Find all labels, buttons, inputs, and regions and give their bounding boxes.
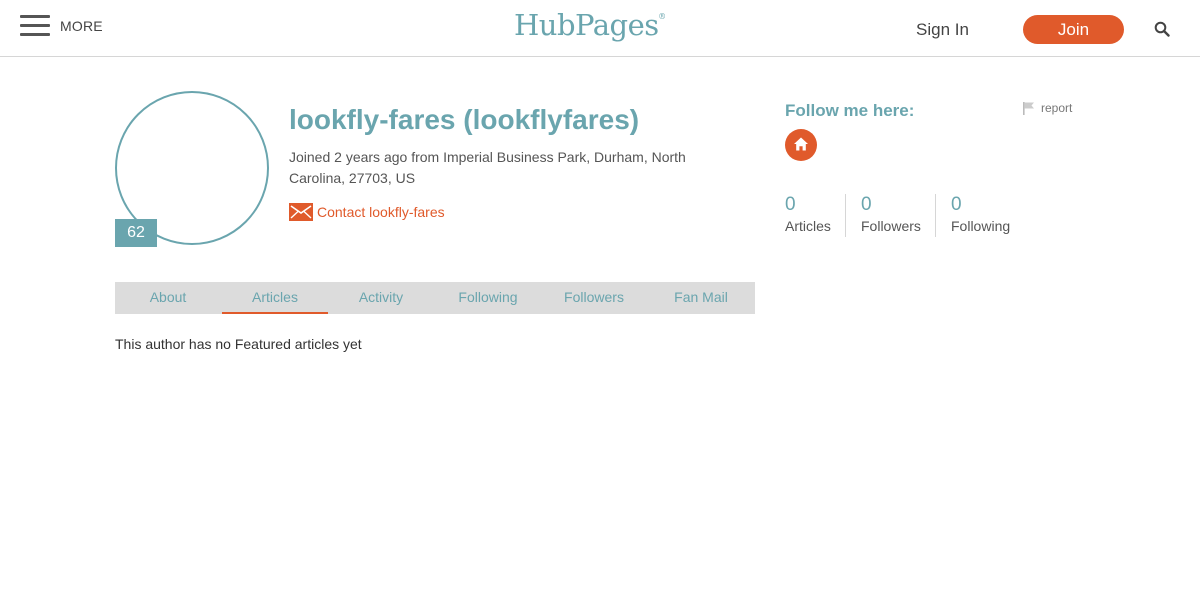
stat-divider bbox=[845, 194, 846, 237]
stat-following[interactable]: 0 Following bbox=[951, 194, 1021, 238]
tab-about[interactable]: About bbox=[115, 282, 221, 314]
stat-articles[interactable]: 0 Articles bbox=[785, 194, 845, 238]
stat-followers-count: 0 bbox=[861, 194, 872, 215]
flag-icon bbox=[1023, 102, 1034, 115]
home-icon bbox=[794, 137, 808, 151]
logo-registered-mark: ® bbox=[658, 12, 666, 21]
tab-activity[interactable]: Activity bbox=[328, 282, 434, 314]
stat-articles-count: 0 bbox=[785, 194, 796, 215]
stat-followers[interactable]: 0 Followers bbox=[861, 194, 931, 238]
tab-followers[interactable]: Followers bbox=[541, 282, 647, 314]
tab-articles[interactable]: Articles bbox=[222, 282, 328, 314]
stat-followers-label: Followers bbox=[861, 218, 921, 234]
mail-icon bbox=[289, 203, 313, 221]
stat-following-count: 0 bbox=[951, 194, 962, 215]
hamburger-line bbox=[20, 15, 50, 18]
hamburger-line bbox=[20, 24, 50, 27]
stat-articles-label: Articles bbox=[785, 218, 831, 234]
hubpages-logo[interactable]: HubPages ® bbox=[514, 8, 666, 42]
join-button[interactable]: Join bbox=[1023, 15, 1124, 44]
site-header: MORE HubPages ® Sign In Join bbox=[0, 0, 1200, 57]
search-icon[interactable] bbox=[1154, 21, 1170, 37]
homepage-link-button[interactable] bbox=[785, 129, 817, 161]
hubscore-badge: 62 bbox=[115, 219, 157, 247]
tab-fan-mail[interactable]: Fan Mail bbox=[648, 282, 754, 314]
follow-me-heading: Follow me here: bbox=[785, 101, 915, 120]
report-label: report bbox=[1041, 101, 1073, 115]
hamburger-menu-icon[interactable] bbox=[20, 15, 50, 37]
stat-following-label: Following bbox=[951, 218, 1011, 234]
logo-text: HubPages bbox=[514, 8, 659, 42]
profile-tabs: About Articles Activity Following Follow… bbox=[115, 282, 755, 314]
stat-divider bbox=[935, 194, 936, 237]
tab-following[interactable]: Following bbox=[435, 282, 541, 314]
contact-label: Contact lookfly-fares bbox=[317, 204, 445, 220]
empty-articles-message: This author has no Featured articles yet bbox=[115, 336, 362, 352]
profile-name: lookfly-fares (lookflyfares) bbox=[289, 104, 640, 135]
more-menu-label[interactable]: MORE bbox=[60, 18, 103, 34]
sign-in-link[interactable]: Sign In bbox=[916, 20, 969, 40]
hamburger-line bbox=[20, 33, 50, 36]
profile-joined-info: Joined 2 years ago from Imperial Busines… bbox=[289, 149, 686, 186]
